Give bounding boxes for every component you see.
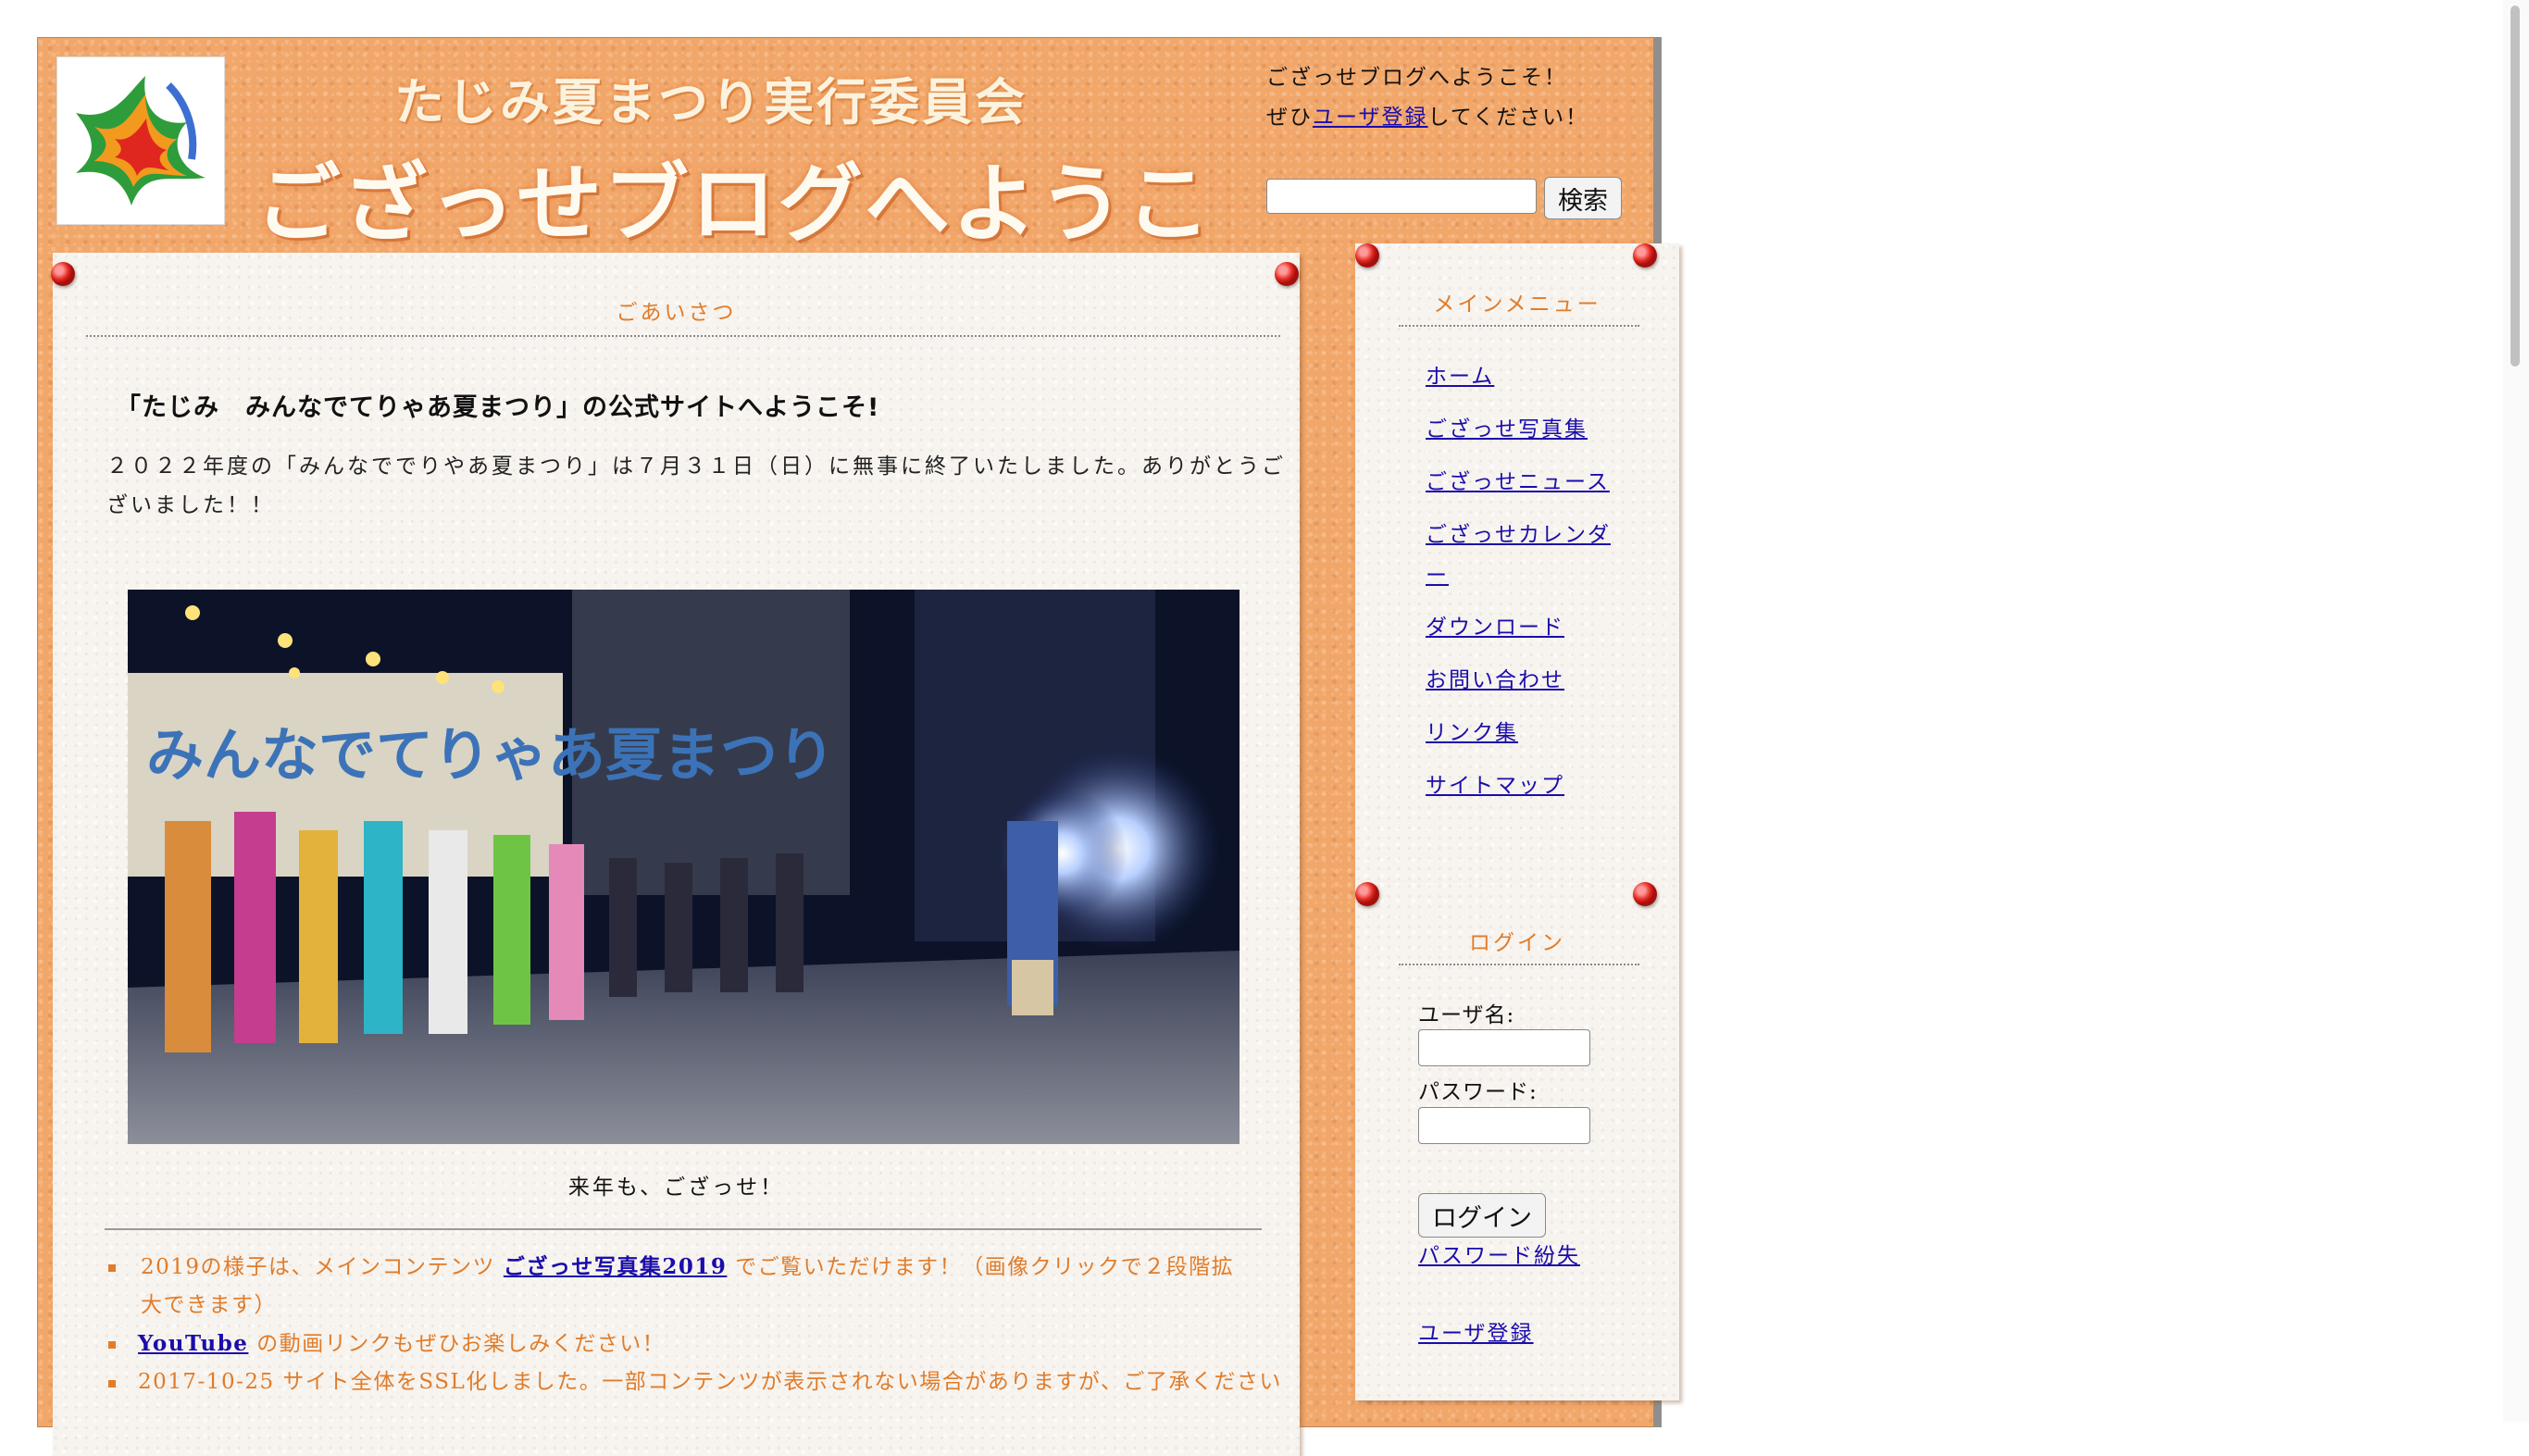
pushpin-icon bbox=[51, 262, 75, 286]
greeting-title: ごあいさつ bbox=[616, 301, 737, 325]
news-text: 2017-10-25 サイト全体をSSL化しました。一部コンテンツが表示されない… bbox=[138, 1370, 1282, 1394]
news-item: 2019の様子は、メインコンテンツ ござっせ写真集2019 でご覧いただけます！… bbox=[108, 1248, 1252, 1325]
search-button[interactable]: 検索 bbox=[1544, 177, 1622, 219]
pushpin-icon bbox=[1633, 882, 1657, 906]
pushpin-icon bbox=[1275, 262, 1299, 286]
site-logo[interactable] bbox=[56, 56, 225, 225]
intro-heading: 「たじみ みんなでてりゃあ夏まつり」の公式サイトへようこそ! bbox=[116, 393, 880, 422]
news-text: 2019の様子は、メインコンテンツ bbox=[141, 1255, 504, 1279]
news-item: 2017-10-25 サイト全体をSSL化しました。一部コンテンツが表示されない… bbox=[108, 1363, 1304, 1401]
register-prompt: ぜひユーザ登録してください！ bbox=[1266, 98, 1618, 138]
intro-text: ２０２２年度の「みんなででりやあ夏まつり」は７月３１日（日）に無事に終了いたしま… bbox=[106, 454, 1286, 517]
scrollbar-thumb[interactable] bbox=[2510, 6, 2520, 367]
bullet-icon bbox=[108, 1380, 116, 1388]
news-text: の動画リンクもぜひお楽しみください！ bbox=[248, 1332, 666, 1356]
menu-item-links[interactable]: リンク集 bbox=[1426, 713, 1620, 753]
menu-item-home[interactable]: ホーム bbox=[1426, 356, 1620, 397]
dance-stage-image: みんなでてりゃあ夏まつり bbox=[128, 590, 1240, 1144]
username-label: ユーザ名: bbox=[1418, 1003, 1515, 1027]
menu-item-news[interactable]: ござっせニュース bbox=[1426, 462, 1620, 503]
site-name: たじみ夏まつり実行委員会 bbox=[394, 73, 1028, 131]
flame-logo-icon bbox=[76, 76, 206, 205]
photo-album-link[interactable]: ござっせ写真集2019 bbox=[504, 1254, 728, 1279]
menu-item-contact[interactable]: お問い合わせ bbox=[1426, 660, 1620, 701]
main-menu-title: メインメニュー bbox=[1433, 292, 1601, 317]
login-title: ログイン bbox=[1469, 931, 1565, 955]
greeting-block: ごあいさつ 「たじみ みんなでてりゃあ夏まつり」の公式サイトへようこそ! ２０２… bbox=[51, 253, 1300, 1456]
stage-banner-text: みんなでてりゃあ夏まつり bbox=[146, 721, 835, 789]
search-input[interactable] bbox=[1266, 179, 1537, 214]
bullet-icon bbox=[108, 1341, 116, 1349]
content-divider bbox=[105, 1228, 1262, 1230]
photo-caption: 来年も、ござっせ！ bbox=[567, 1176, 785, 1200]
title-divider bbox=[1399, 325, 1639, 327]
password-input[interactable] bbox=[1418, 1107, 1590, 1144]
pushpin-icon bbox=[1355, 243, 1379, 268]
register-link-sidebar[interactable]: ユーザ登録 bbox=[1418, 1315, 1534, 1347]
news-item: YouTube の動画リンクもぜひお楽しみください！ bbox=[108, 1325, 1304, 1363]
welcome-line: ござっせブログへようこそ！ bbox=[1266, 66, 1567, 90]
lost-password-link[interactable]: パスワード紛失 bbox=[1418, 1238, 1580, 1269]
pushpin-icon bbox=[1633, 243, 1657, 268]
title-divider bbox=[1399, 964, 1639, 965]
register-link[interactable]: ユーザ登録 bbox=[1313, 106, 1428, 130]
login-block: ログイン ユーザ名: パスワード: ログイン パスワード紛失 ユーザ登録 bbox=[1355, 882, 1679, 1400]
menu-item-sitemap[interactable]: サイトマップ bbox=[1426, 765, 1620, 806]
menu-item-photo-album[interactable]: ござっせ写真集 bbox=[1426, 409, 1620, 450]
register-prompt-suffix: してください！ bbox=[1427, 106, 1589, 130]
bullet-icon bbox=[108, 1264, 116, 1272]
main-menu-block: メインメニュー ホーム ござっせ写真集 ござっせニュース ござっせカレンダー ダ… bbox=[1355, 243, 1679, 882]
login-button[interactable]: ログイン bbox=[1418, 1193, 1546, 1238]
menu-item-download[interactable]: ダウンロード bbox=[1426, 607, 1620, 648]
news-list: 2019の様子は、メインコンテンツ ござっせ写真集2019 でご覧いただけます！… bbox=[108, 1248, 1304, 1401]
pushpin-icon bbox=[1355, 882, 1379, 906]
password-label: パスワード: bbox=[1418, 1080, 1538, 1104]
page-container: たじみ夏まつり実行委員会 ござっせブログへようこそ！ ござっせブログへようこそ！… bbox=[37, 37, 1679, 1456]
menu-item-calendar[interactable]: ござっせカレンダー bbox=[1426, 515, 1620, 596]
festival-photo[interactable]: みんなでてりゃあ夏まつり bbox=[128, 590, 1240, 1144]
register-prompt-prefix: ぜひ bbox=[1266, 106, 1313, 130]
welcome-message: ござっせブログへようこそ！ ぜひユーザ登録してください！ bbox=[1266, 58, 1618, 138]
youtube-link[interactable]: YouTube bbox=[138, 1331, 248, 1356]
username-input[interactable] bbox=[1418, 1029, 1590, 1066]
title-divider bbox=[86, 335, 1280, 337]
